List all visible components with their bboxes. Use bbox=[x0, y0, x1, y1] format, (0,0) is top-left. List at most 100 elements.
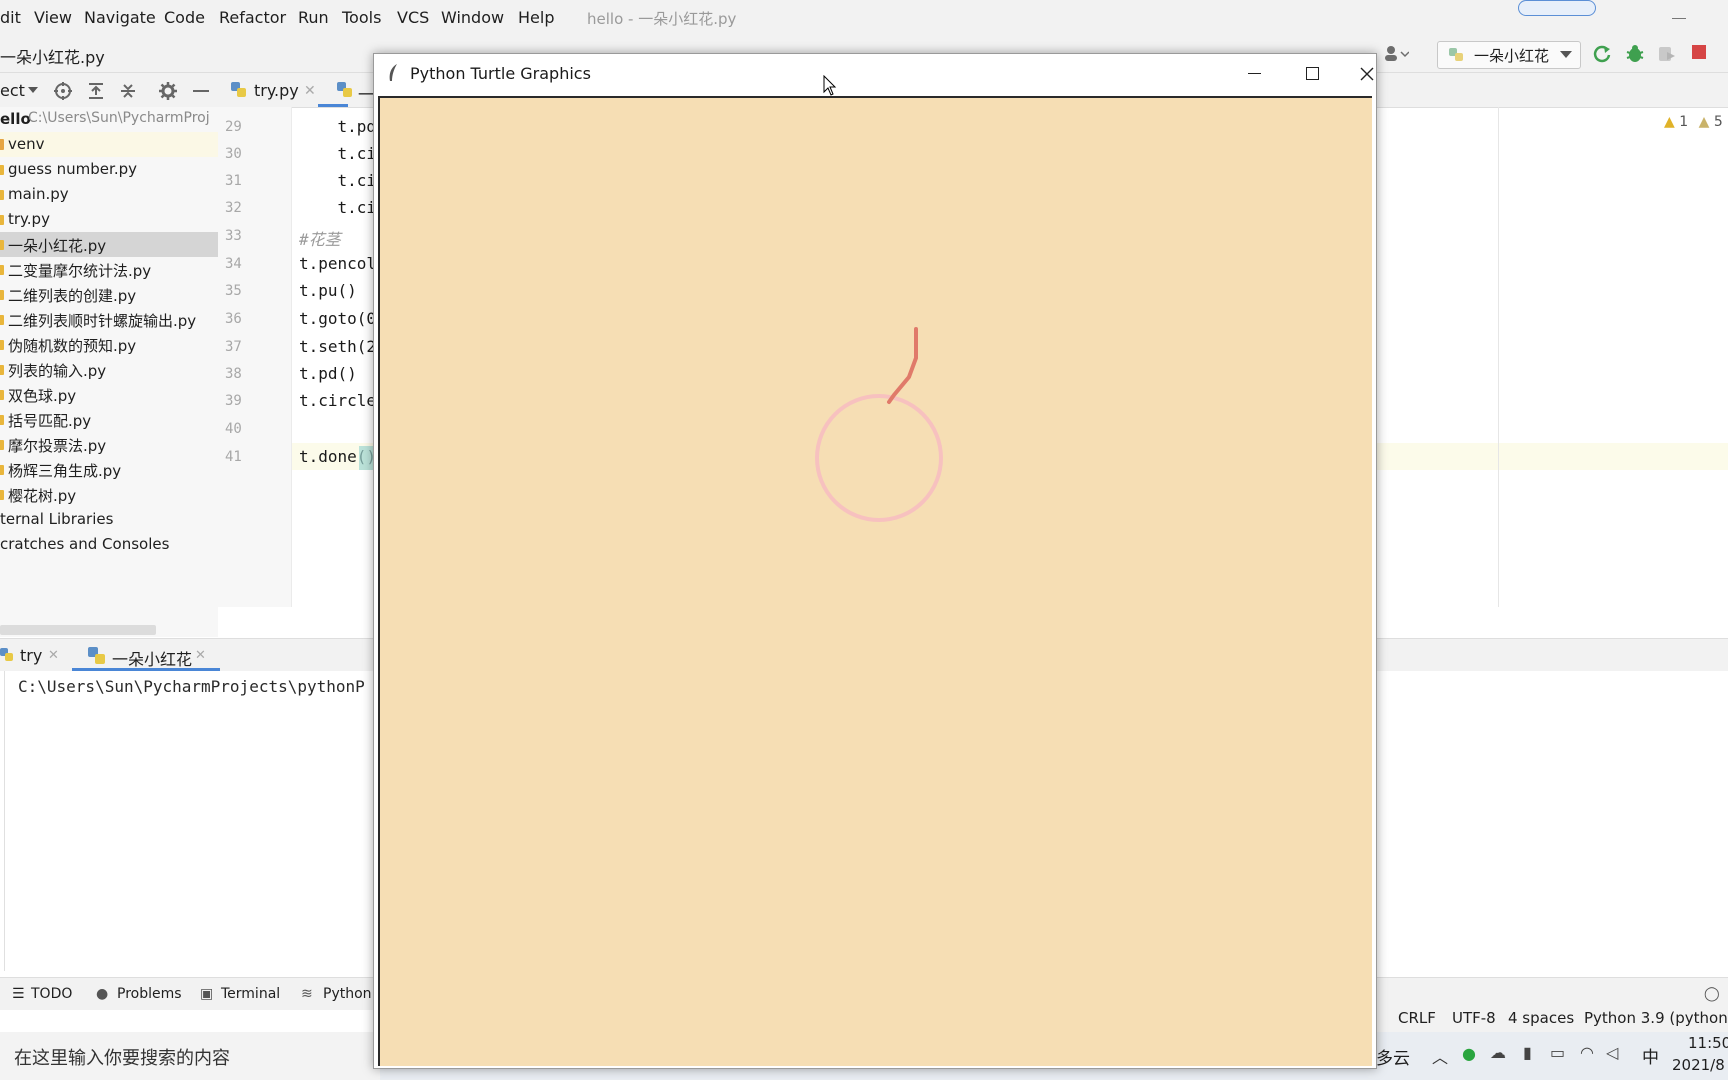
collapse-all-icon[interactable] bbox=[118, 81, 138, 105]
tree-item-venv[interactable]: venv bbox=[0, 132, 218, 157]
feather-icon bbox=[389, 64, 397, 81]
python-interpreter[interactable]: Python 3.9 (pythonP bbox=[1584, 1009, 1728, 1027]
code-line[interactable]: t.goto(0 bbox=[299, 309, 376, 328]
chevron-up-icon[interactable]: ︿ bbox=[1432, 1044, 1448, 1068]
tree-item-file[interactable]: 杨辉三角生成.py bbox=[0, 457, 218, 482]
tree-root[interactable]: ello C:\Users\Sun\PycharmProj bbox=[0, 107, 218, 132]
tree-item-file[interactable]: 伪随机数的预知.py bbox=[0, 332, 218, 357]
close-icon[interactable]: ✕ bbox=[48, 648, 59, 663]
tree-item-file[interactable]: 摩尔投票法.py bbox=[0, 432, 218, 457]
run-configuration-select[interactable]: 一朵小红花 bbox=[1437, 41, 1581, 69]
hide-panel-icon[interactable] bbox=[193, 90, 209, 92]
expand-all-icon[interactable] bbox=[86, 81, 106, 105]
indent-setting[interactable]: 4 spaces bbox=[1508, 1009, 1574, 1027]
locate-icon[interactable] bbox=[53, 81, 73, 105]
minimize-button[interactable] bbox=[1226, 54, 1282, 94]
clock-time[interactable]: 11:50 bbox=[1688, 1034, 1728, 1052]
search-everywhere-pill[interactable] bbox=[1518, 0, 1596, 16]
coverage-icon[interactable] bbox=[1657, 44, 1677, 68]
python-console-button[interactable]: Python bbox=[323, 986, 372, 1002]
menu-window[interactable]: Window bbox=[441, 8, 504, 27]
tree-item-external-libraries[interactable]: ternal Libraries bbox=[0, 507, 218, 532]
tree-item-file[interactable]: guess number.py bbox=[0, 157, 218, 182]
active-tab-indicator bbox=[318, 104, 348, 107]
code-line[interactable]: t.pu() bbox=[299, 281, 357, 300]
code-line[interactable]: t.pd() bbox=[299, 364, 357, 383]
python-file-icon bbox=[0, 415, 4, 425]
folder-icon bbox=[0, 139, 4, 150]
menu-edit[interactable]: dit bbox=[0, 8, 21, 27]
menu-tools[interactable]: Tools bbox=[342, 8, 381, 27]
menu-help[interactable]: Help bbox=[518, 8, 554, 27]
ime-indicator[interactable]: 中 bbox=[1642, 1043, 1659, 1068]
rerun-icon[interactable] bbox=[1592, 44, 1612, 68]
tree-item-file-selected[interactable]: 一朵小红花.py bbox=[0, 232, 218, 257]
problems-button[interactable]: Problems bbox=[117, 986, 182, 1002]
turtle-window-titlebar[interactable]: Python Turtle Graphics bbox=[374, 54, 1376, 94]
tab-active-file[interactable]: 一 bbox=[358, 81, 374, 105]
tree-item-file[interactable]: 二维列表的创建.py bbox=[0, 282, 218, 307]
close-icon[interactable]: ✕ bbox=[304, 83, 316, 99]
weather-text[interactable]: 多云 bbox=[1376, 1044, 1410, 1069]
tree-item-file[interactable]: 列表的输入.py bbox=[0, 357, 218, 382]
close-icon bbox=[1360, 67, 1374, 81]
tree-item-file[interactable]: 二变量摩尔统计法.py bbox=[0, 257, 218, 282]
code-line[interactable]: t.circle bbox=[299, 391, 376, 410]
tree-root-label: ello bbox=[0, 110, 31, 128]
breadcrumb[interactable]: 一朵小红花.py bbox=[0, 44, 105, 68]
menu-run[interactable]: Run bbox=[298, 8, 329, 27]
menu-view[interactable]: View bbox=[34, 8, 72, 27]
cloud-icon[interactable]: ☁ bbox=[1490, 1043, 1506, 1062]
battery-icon[interactable]: ▭ bbox=[1550, 1043, 1565, 1062]
turtle-graphics-window[interactable]: Python Turtle Graphics bbox=[373, 53, 1377, 1069]
taskbar-search-box[interactable]: 在这里输入你要搜索的内容 bbox=[0, 1032, 380, 1080]
tree-item-file[interactable]: 樱花树.py bbox=[0, 482, 218, 507]
terminal-button[interactable]: Terminal bbox=[221, 986, 280, 1002]
clock-date[interactable]: 2021/8 bbox=[1672, 1056, 1725, 1074]
code-line[interactable]: t.pd bbox=[299, 117, 377, 136]
event-log-icon[interactable]: ◯ bbox=[1704, 986, 1720, 1002]
code-line[interactable]: t.seth(2 bbox=[299, 337, 376, 356]
tree-item-file[interactable]: main.py bbox=[0, 182, 218, 207]
stop-icon[interactable] bbox=[1692, 45, 1706, 59]
weak-warning-icon: ▲ bbox=[1698, 114, 1710, 130]
code-line[interactable]: t.ci bbox=[299, 144, 377, 163]
close-icon[interactable]: ✕ bbox=[195, 648, 206, 663]
microphone-icon[interactable]: ▮ bbox=[1523, 1043, 1532, 1062]
turtle-canvas[interactable] bbox=[378, 96, 1372, 1066]
volume-icon[interactable]: ◁ bbox=[1606, 1043, 1618, 1062]
inspection-widget[interactable]: ▲ 1 ▲ 5 bbox=[1664, 114, 1723, 130]
file-encoding[interactable]: UTF-8 bbox=[1452, 1009, 1496, 1027]
gear-icon[interactable] bbox=[158, 81, 178, 105]
horizontal-scrollbar[interactable] bbox=[0, 625, 156, 635]
run-tab-active[interactable]: 一朵小红花 bbox=[112, 646, 192, 670]
wechat-icon[interactable]: ● bbox=[1462, 1044, 1476, 1063]
menu-vcs[interactable]: VCS bbox=[397, 8, 429, 27]
taskbar-search-placeholder: 在这里输入你要搜索的内容 bbox=[14, 1048, 230, 1069]
project-tree: ello C:\Users\Sun\PycharmProj venv guess… bbox=[0, 107, 218, 637]
tree-item-file[interactable]: 双色球.py bbox=[0, 382, 218, 407]
todo-button[interactable]: TODO bbox=[31, 986, 72, 1002]
wifi-icon[interactable]: ◠ bbox=[1580, 1043, 1594, 1062]
code-line[interactable]: t.pencol bbox=[299, 254, 376, 273]
maximize-button[interactable] bbox=[1284, 54, 1340, 94]
menu-navigate[interactable]: Navigate bbox=[84, 8, 156, 27]
code-comment[interactable]: #花茎 bbox=[299, 226, 341, 250]
status-bar: CRLF UTF-8 4 spaces Python 3.9 (pythonP bbox=[1370, 1004, 1728, 1032]
minimize-icon[interactable] bbox=[1672, 18, 1686, 19]
code-line[interactable]: t.ci bbox=[299, 171, 377, 190]
run-tab-try[interactable]: try bbox=[20, 646, 42, 665]
line-separator[interactable]: CRLF bbox=[1398, 1009, 1436, 1027]
menu-code[interactable]: Code bbox=[164, 8, 205, 27]
close-button[interactable] bbox=[1340, 54, 1396, 94]
tree-item-file[interactable]: 括号匹配.py bbox=[0, 407, 218, 432]
tab-try-py[interactable]: try.py bbox=[254, 81, 299, 100]
menu-refactor[interactable]: Refactor bbox=[219, 8, 286, 27]
tree-item-file[interactable]: try.py bbox=[0, 207, 218, 232]
code-line[interactable]: t.ci bbox=[299, 198, 377, 217]
tree-item-file[interactable]: 二维列表顺时针螺旋输出.py bbox=[0, 307, 218, 332]
project-view-label[interactable]: ect bbox=[0, 81, 25, 100]
debug-icon[interactable] bbox=[1625, 44, 1645, 68]
python-file-icon bbox=[0, 365, 4, 375]
tree-item-scratches[interactable]: cratches and Consoles bbox=[0, 532, 218, 557]
